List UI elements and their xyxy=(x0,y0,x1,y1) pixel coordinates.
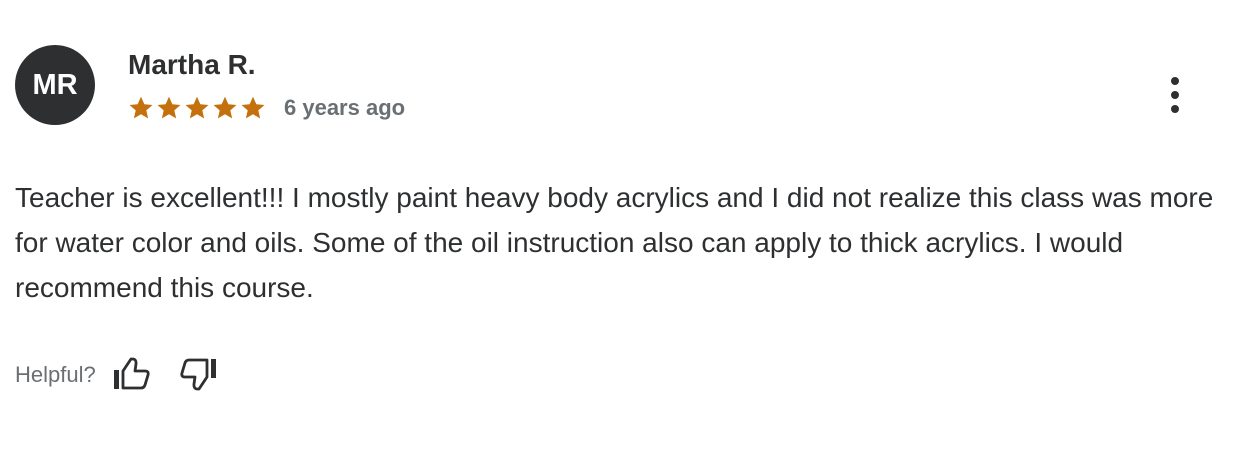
avatar: MR xyxy=(15,45,95,125)
avatar-initials: MR xyxy=(32,68,78,101)
helpful-label: Helpful? xyxy=(15,362,96,387)
review-text: Teacher is excellent!!! I mostly paint h… xyxy=(15,182,1214,303)
more-options-button[interactable] xyxy=(1155,73,1195,117)
star-icon xyxy=(128,95,154,121)
thumbs-up-icon xyxy=(111,354,151,397)
more-vertical-icon xyxy=(1171,91,1179,99)
star-icon xyxy=(156,95,182,121)
rating-row: 6 years ago xyxy=(128,93,405,123)
star-icon xyxy=(184,95,210,121)
star-icon xyxy=(212,95,238,121)
more-vertical-icon xyxy=(1171,77,1179,85)
more-vertical-icon xyxy=(1171,105,1179,113)
thumbs-down-icon xyxy=(179,354,219,397)
reviewer-name: Martha R. xyxy=(128,49,256,80)
helpful-feedback: Helpful? xyxy=(15,352,221,398)
thumbs-down-button[interactable] xyxy=(177,353,221,397)
star-rating xyxy=(128,95,266,121)
review-age: 6 years ago xyxy=(284,95,406,120)
star-icon xyxy=(240,95,266,121)
thumbs-up-button[interactable] xyxy=(109,353,153,397)
